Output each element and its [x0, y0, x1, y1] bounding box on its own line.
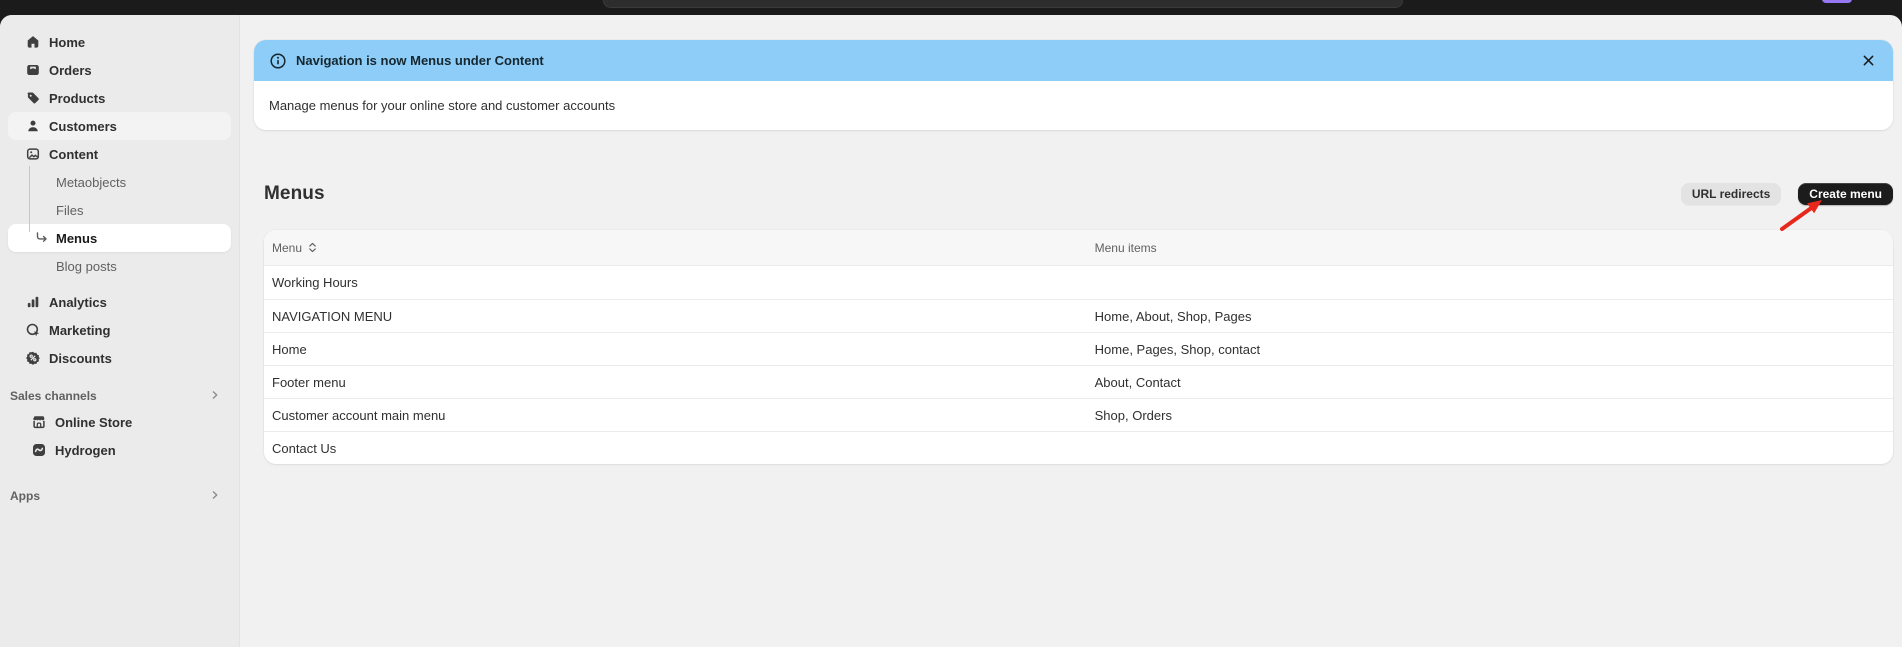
section-label: Apps: [10, 489, 40, 503]
content-icon: [25, 146, 41, 162]
info-banner-header: Navigation is now Menus under Content: [254, 40, 1893, 81]
sidebar-item-metaobjects[interactable]: Metaobjects: [8, 168, 231, 196]
products-icon: [25, 90, 41, 106]
menu-name-cell[interactable]: Home: [264, 342, 1087, 357]
table-row[interactable]: Customer account main menu Shop, Orders: [264, 398, 1893, 431]
column-header-menu-items: Menu items: [1087, 241, 1893, 255]
section-label: Sales channels: [10, 389, 97, 403]
submenu-arrow-icon: [34, 230, 50, 246]
content-tree-line: [29, 166, 30, 232]
customers-icon: [25, 118, 41, 134]
sidebar-item-discounts[interactable]: Discounts: [8, 344, 231, 372]
sidebar-item-label: Home: [49, 35, 85, 50]
sidebar-item-label: Products: [49, 91, 105, 106]
sidebar-item-label: Menus: [56, 231, 97, 246]
sidebar-item-orders[interactable]: Orders: [8, 56, 231, 84]
page-title: Menus: [264, 183, 325, 205]
sidebar-item-label: Content: [49, 147, 98, 162]
app-frame: Home Orders Products Customers: [0, 15, 1902, 647]
table-row[interactable]: Home Home, Pages, Shop, contact: [264, 332, 1893, 365]
sidebar-item-label: Orders: [49, 63, 92, 78]
table-row[interactable]: Working Hours: [264, 266, 1893, 299]
sidebar-item-label: Customers: [49, 119, 117, 134]
table-row[interactable]: NAVIGATION MENU Home, About, Shop, Pages: [264, 299, 1893, 332]
analytics-icon: [25, 294, 41, 310]
page-header: Menus URL redirects Create menu: [264, 180, 1893, 207]
sidebar-item-online-store[interactable]: Online Store: [8, 408, 231, 436]
page-content: Menus URL redirects Create menu Menu Men: [264, 180, 1893, 464]
menu-name-cell[interactable]: Working Hours: [264, 275, 1087, 290]
menu-name-cell[interactable]: Contact Us: [264, 441, 1087, 456]
discounts-icon: [25, 350, 41, 366]
chevron-right-icon: [208, 388, 222, 405]
hydrogen-icon: [31, 442, 47, 458]
main-area: Navigation is now Menus under Content Ma…: [240, 15, 1902, 647]
sidebar-item-files[interactable]: Files: [8, 196, 231, 224]
menu-name-cell[interactable]: NAVIGATION MENU: [264, 309, 1087, 324]
close-icon[interactable]: [1858, 51, 1878, 71]
annotation-arrow: [1772, 194, 1828, 236]
sidebar-item-hydrogen[interactable]: Hydrogen: [8, 436, 231, 464]
sidebar-section-apps[interactable]: Apps: [8, 484, 231, 508]
sidebar-item-menus[interactable]: Menus: [8, 224, 231, 252]
sidebar-item-label: Marketing: [49, 323, 110, 338]
table-row[interactable]: Footer menu About, Contact: [264, 365, 1893, 398]
table-row[interactable]: Contact Us: [264, 431, 1893, 464]
sidebar: Home Orders Products Customers: [0, 15, 240, 647]
sidebar-section-sales-channels[interactable]: Sales channels: [8, 384, 231, 408]
sidebar-item-blog-posts[interactable]: Blog posts: [8, 252, 231, 280]
url-redirects-button[interactable]: URL redirects: [1681, 183, 1781, 205]
online-store-icon: [31, 414, 47, 430]
sidebar-item-label: Online Store: [55, 415, 132, 430]
chevron-right-icon: [208, 488, 222, 505]
sidebar-item-products[interactable]: Products: [8, 84, 231, 112]
sidebar-item-marketing[interactable]: Marketing: [8, 316, 231, 344]
sidebar-item-label: Discounts: [49, 351, 112, 366]
sidebar-item-content[interactable]: Content: [8, 140, 231, 168]
avatar[interactable]: [1822, 0, 1852, 3]
sidebar-item-analytics[interactable]: Analytics: [8, 288, 231, 316]
menu-items-cell: Home, Pages, Shop, contact: [1087, 342, 1893, 357]
menus-table: Menu Menu items Working Hours NAVIGATION…: [264, 230, 1893, 464]
sidebar-item-label: Analytics: [49, 295, 107, 310]
menu-name-cell[interactable]: Customer account main menu: [264, 408, 1087, 423]
nav-group-gap: [0, 280, 239, 288]
info-icon: [269, 52, 287, 70]
info-banner: Navigation is now Menus under Content Ma…: [254, 40, 1893, 130]
banner-body-text: Manage menus for your online store and c…: [254, 81, 1893, 130]
column-header-menu[interactable]: Menu: [264, 241, 1087, 255]
home-icon: [25, 34, 41, 50]
search-input[interactable]: [603, 0, 1403, 8]
orders-icon: [25, 62, 41, 78]
menu-items-cell: About, Contact: [1087, 375, 1893, 390]
menu-items-cell: Shop, Orders: [1087, 408, 1893, 423]
menu-name-cell[interactable]: Footer menu: [264, 375, 1087, 390]
sidebar-item-label: Files: [56, 203, 83, 218]
sidebar-item-label: Hydrogen: [55, 443, 116, 458]
banner-title: Navigation is now Menus under Content: [296, 53, 544, 68]
marketing-icon: [25, 322, 41, 338]
sidebar-item-label: Blog posts: [56, 259, 117, 274]
table-header-row: Menu Menu items: [264, 230, 1893, 266]
sidebar-item-home[interactable]: Home: [8, 28, 231, 56]
sidebar-item-label: Metaobjects: [56, 175, 126, 190]
sort-icon[interactable]: [307, 242, 318, 253]
menu-items-cell: Home, About, Shop, Pages: [1087, 309, 1893, 324]
top-bar: [0, 0, 1902, 15]
sidebar-item-customers[interactable]: Customers: [8, 112, 231, 140]
